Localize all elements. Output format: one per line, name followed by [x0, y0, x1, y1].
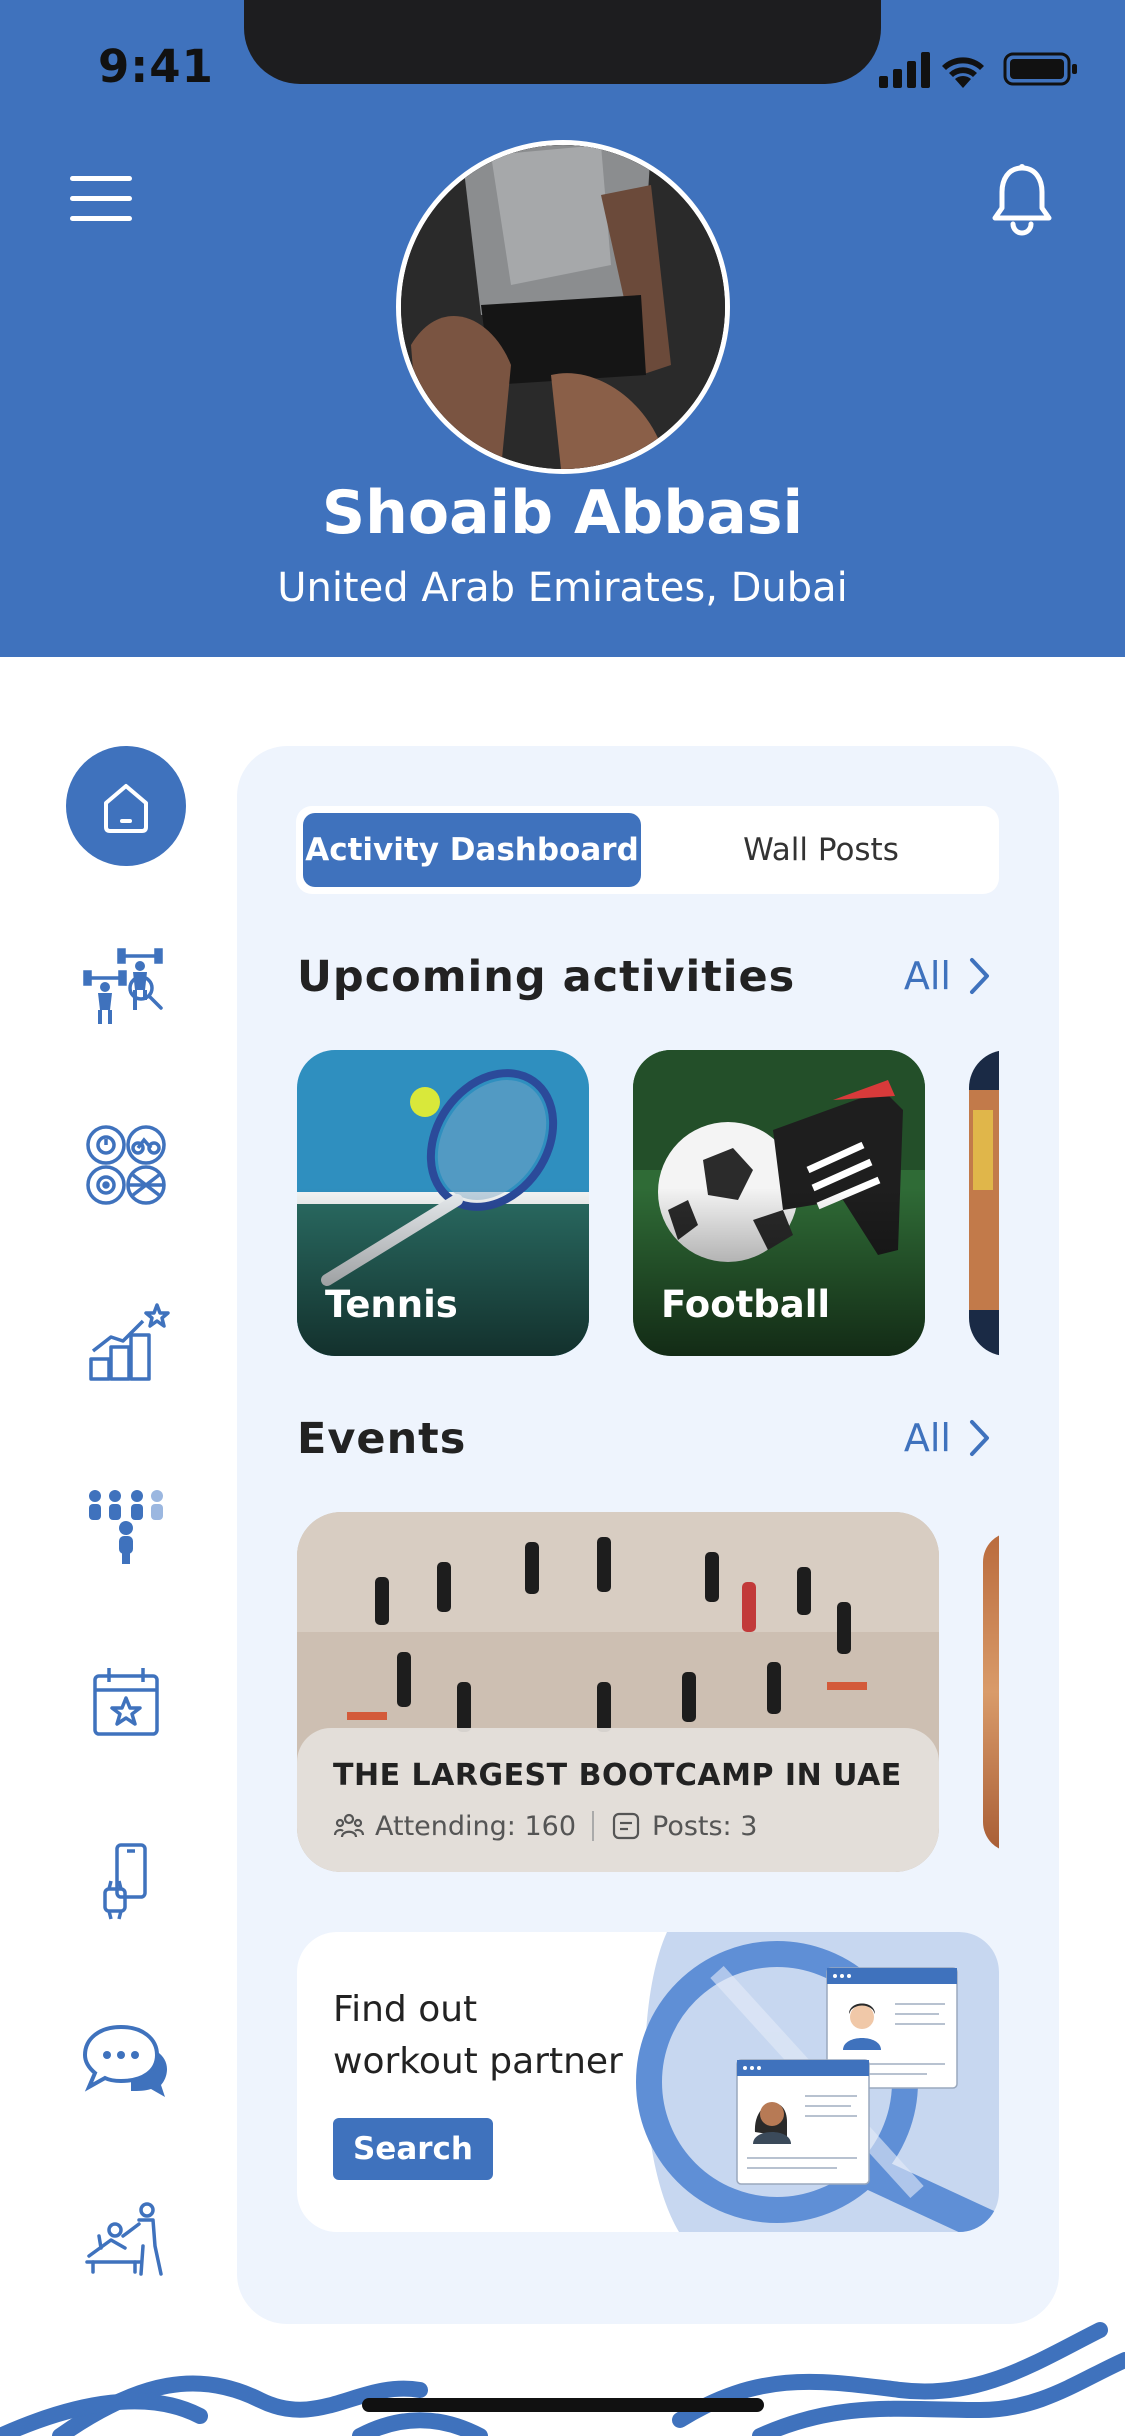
- profile-name: Shoaib Abbasi: [321, 478, 804, 548]
- wifi-icon: [942, 57, 984, 88]
- tab-bar: Activity Dashboard Wall Posts: [296, 806, 999, 894]
- sidebar-item-progress[interactable]: [66, 1284, 186, 1404]
- sidebar-item-devices[interactable]: [66, 1822, 186, 1942]
- calendar-star-icon: [93, 1668, 159, 1736]
- meta-divider: [592, 1811, 594, 1841]
- signal-icon: [879, 52, 930, 88]
- event-info-overlay: THE LARGEST BOOTCAMP IN UAE Attending: 1…: [297, 1728, 939, 1872]
- sidebar-item-physio[interactable]: [66, 2181, 186, 2301]
- device-notch: [244, 0, 881, 84]
- activity-card-football[interactable]: Football: [633, 1050, 925, 1356]
- sidebar-item-chat[interactable]: [66, 2002, 186, 2122]
- activity-label-football: Football: [661, 1283, 831, 1326]
- attendees-icon: [333, 1813, 365, 1838]
- status-icons: [879, 52, 1077, 88]
- event-card[interactable]: THE LARGEST BOOTCAMP IN UAE Attending: 1…: [297, 1512, 939, 1872]
- activity-card-partial[interactable]: [969, 1050, 999, 1356]
- upcoming-all-label: All: [903, 954, 951, 998]
- find-partner-line2: workout partner: [333, 2041, 623, 2082]
- notification-bell-icon[interactable]: [990, 162, 1054, 236]
- profile-header: 9:41 Shoaib Abbasi United Arab Emirates,…: [0, 0, 1125, 657]
- find-partner-card: Find out workout partner Search: [297, 1932, 999, 2232]
- avatar-photo: [401, 145, 725, 469]
- sidebar-item-trainers[interactable]: [66, 925, 186, 1045]
- upcoming-activities-title: Upcoming activities: [297, 952, 796, 1002]
- upcoming-all-link[interactable]: All: [904, 954, 991, 998]
- sports-categories-icon: [86, 1125, 166, 1205]
- sidebar-item-sports[interactable]: [66, 1105, 186, 1225]
- home-indicator[interactable]: [362, 2398, 764, 2412]
- partner-search-illustration: [636, 1932, 999, 2232]
- tab-wall-posts[interactable]: Wall Posts: [651, 813, 991, 887]
- physiotherapy-icon: [85, 2202, 163, 2276]
- posts-icon: [612, 1812, 640, 1840]
- devices-icon: [103, 1843, 147, 1920]
- upcoming-activities-carousel[interactable]: Tennis Football: [297, 1050, 999, 1356]
- sidebar-item-community[interactable]: [66, 1463, 186, 1583]
- menu-button[interactable]: [70, 176, 132, 222]
- chevron-right-icon: [970, 958, 989, 994]
- event-meta: Attending: 160 Posts: 3: [333, 1810, 757, 1842]
- activity-label-tennis: Tennis: [325, 1283, 458, 1326]
- search-partner-button[interactable]: Search: [333, 2118, 493, 2180]
- sidebar-item-home[interactable]: [66, 746, 186, 866]
- events-title: Events: [297, 1414, 467, 1464]
- event-card-partial[interactable]: [983, 1532, 999, 1852]
- chat-icon: [82, 2024, 167, 2097]
- progress-chart-icon: [89, 1303, 170, 1381]
- events-carousel[interactable]: THE LARGEST BOOTCAMP IN UAE Attending: 1…: [297, 1512, 999, 1872]
- find-partner-title: Find out workout partner: [333, 1984, 623, 2088]
- events-all-link[interactable]: All: [904, 1416, 991, 1460]
- decorative-waves: [0, 2322, 1125, 2436]
- event-attending: Attending: 160: [375, 1810, 576, 1842]
- fitness-trainers-icon: [83, 948, 163, 1024]
- battery-icon: [1003, 52, 1077, 86]
- activity-partial-image: [969, 1050, 999, 1356]
- event-title: THE LARGEST BOOTCAMP IN UAE: [333, 1758, 902, 1793]
- event-posts: Posts: 3: [652, 1810, 758, 1842]
- activity-card-tennis[interactable]: Tennis: [297, 1050, 589, 1356]
- chevron-right-icon: [970, 1420, 989, 1456]
- events-all-label: All: [903, 1416, 951, 1460]
- home-icon: [104, 784, 148, 833]
- tab-activity-dashboard[interactable]: Activity Dashboard: [303, 813, 641, 887]
- community-icon: [89, 1490, 163, 1564]
- status-time: 9:41: [98, 40, 214, 93]
- profile-location: United Arab Emirates, Dubai: [277, 565, 848, 611]
- profile-card-front: [736, 2059, 870, 2185]
- find-partner-line1: Find out: [333, 1989, 478, 2030]
- sidebar-item-calendar[interactable]: [66, 1643, 186, 1763]
- profile-avatar[interactable]: [396, 140, 730, 474]
